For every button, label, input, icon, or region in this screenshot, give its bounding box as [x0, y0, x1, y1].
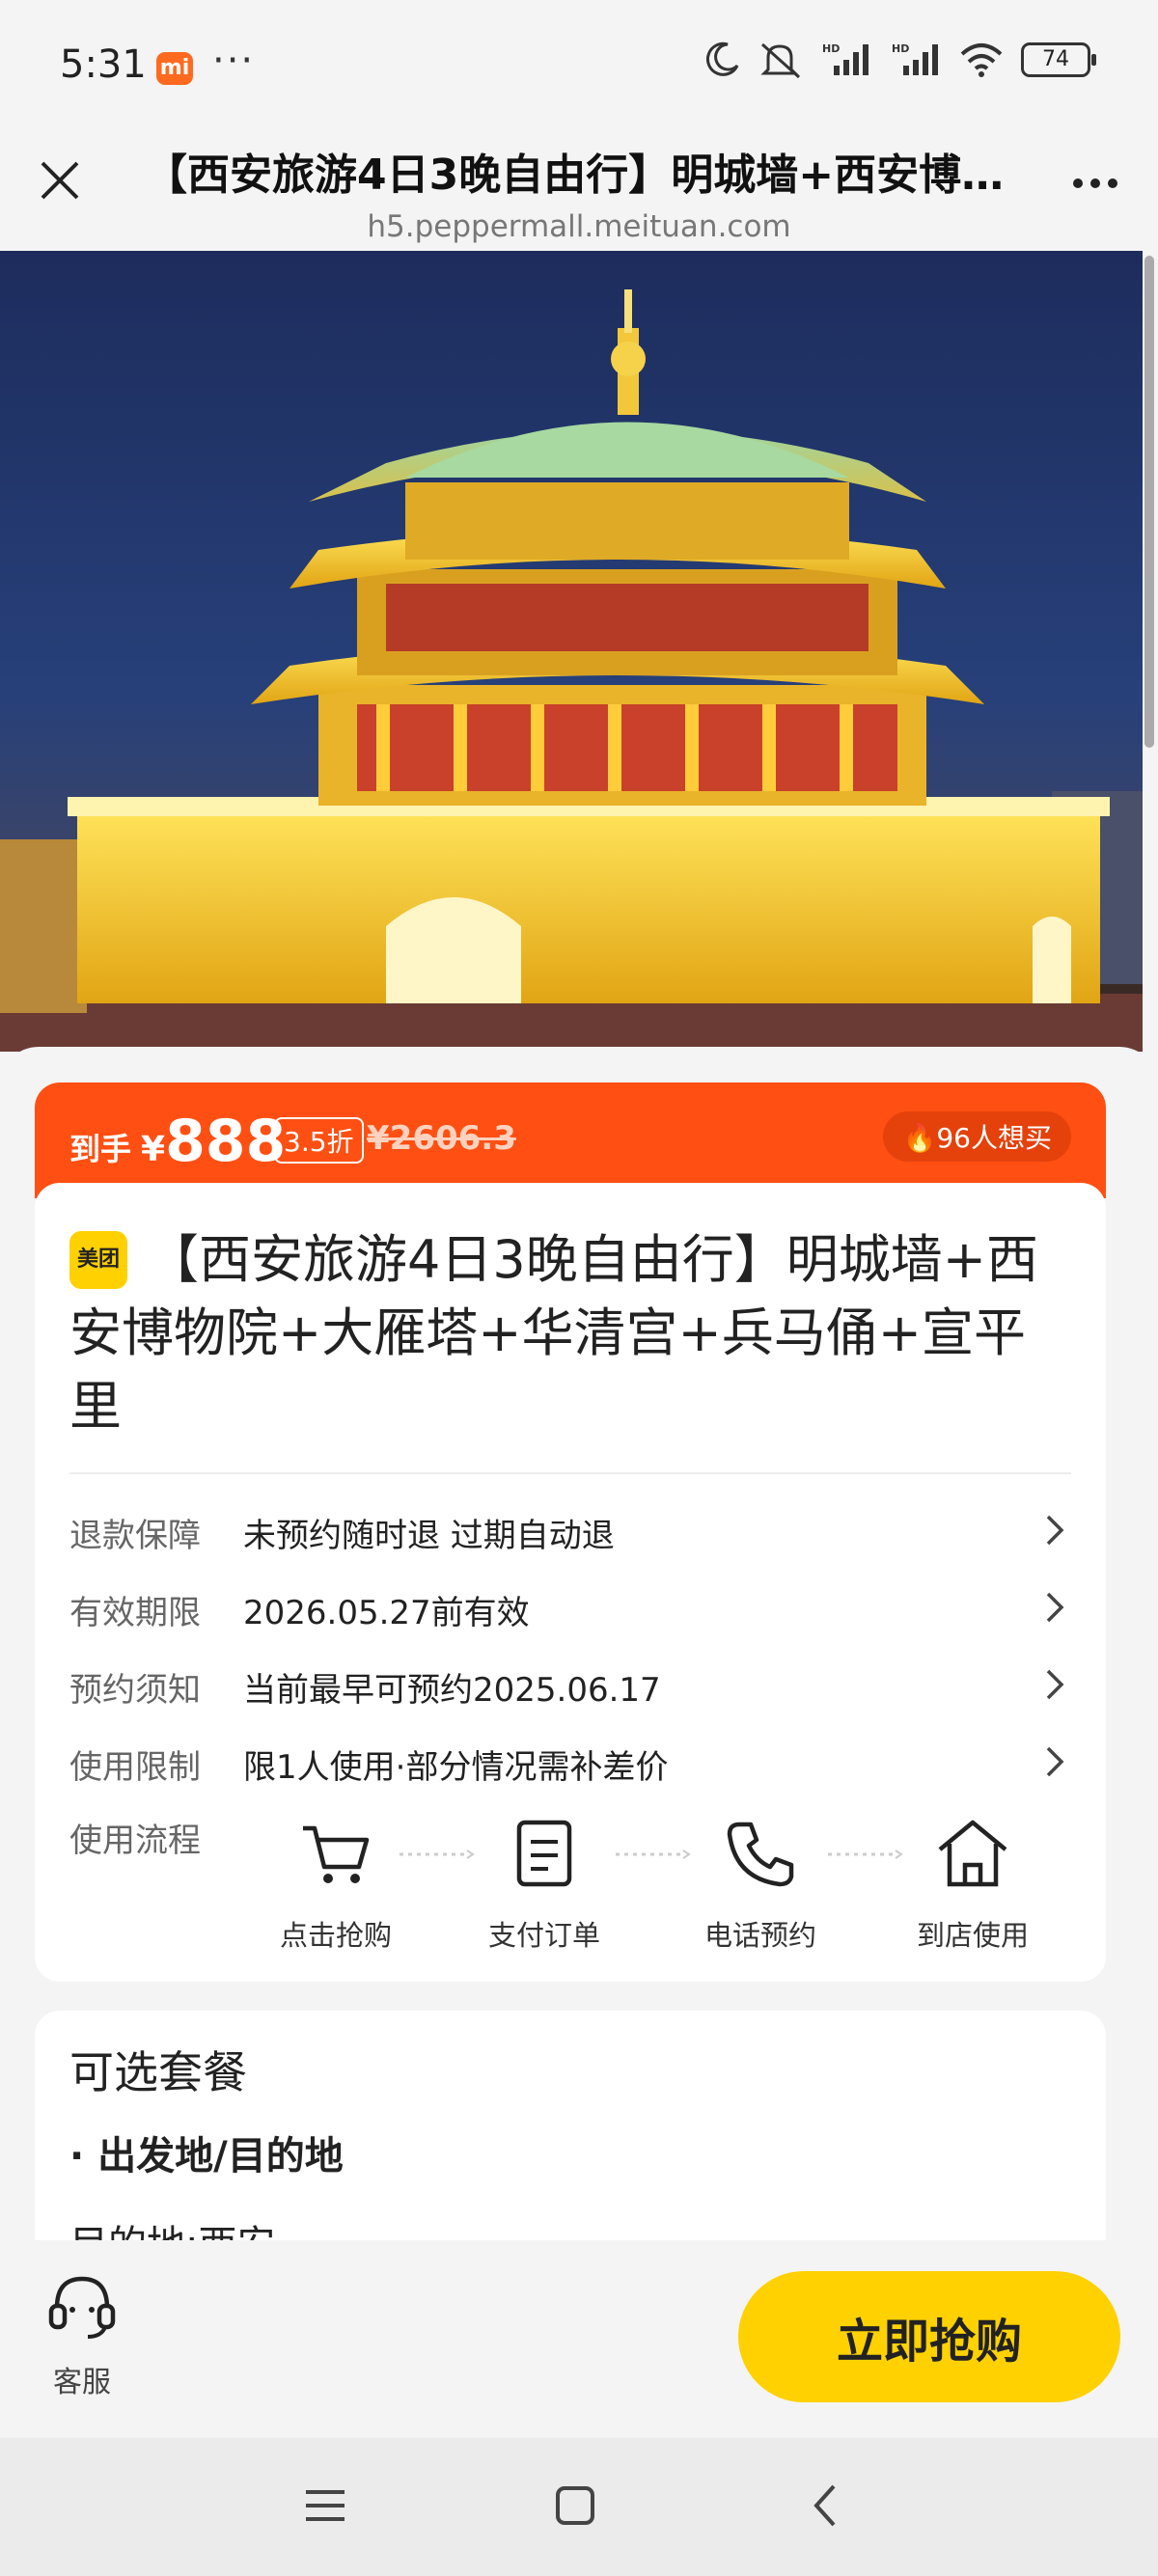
packages-option-heading: · 出发地/目的地: [69, 2134, 344, 2179]
flow-step-purchase: 点击抢购: [259, 1815, 413, 1954]
hero-image-xian-bell-tower[interactable]: [0, 251, 1143, 1052]
product-title: 【西安旅游4日3晚自由行】明城墙+西安博物院+大雁塔+华清宫+兵马俑+宣平里: [69, 1229, 1038, 1437]
home-square-icon[interactable]: [546, 2477, 604, 2535]
page-url: h5.peppermall.meituan.com: [367, 209, 791, 244]
want-count-badge: 🔥96人想买: [883, 1111, 1071, 1162]
flow-arrow: [400, 1850, 475, 1859]
status-icons: HD HD 74: [703, 41, 1096, 79]
battery-icon: 74: [1021, 42, 1096, 77]
divider: [69, 1472, 1071, 1474]
mi-app-icon: mi: [156, 52, 193, 85]
chevron-right-icon: [1046, 1669, 1064, 1700]
hd-signal-icon: HD: [822, 42, 868, 75]
original-price: ¥2606.3: [367, 1119, 516, 1158]
discount-tag: 3.5折: [274, 1117, 364, 1164]
flow-step-label: 点击抢购: [279, 1919, 392, 1952]
back-icon[interactable]: [797, 2477, 855, 2535]
cart-icon: [303, 1825, 370, 1883]
phone-icon: [727, 1822, 794, 1887]
chevron-right-icon: [1046, 1746, 1064, 1777]
detail-row-refund[interactable]: 退款保障 未预约随时退 过期自动退: [69, 1501, 1073, 1559]
flow-step-label: 电话预约: [703, 1919, 816, 1952]
chevron-right-icon: [1046, 1515, 1064, 1546]
flow-step-label: 支付订单: [487, 1919, 600, 1952]
detail-label: 退款保障: [69, 1517, 201, 1555]
system-navigation-bar: [0, 2438, 1158, 2576]
close-button[interactable]: [29, 150, 91, 211]
svg-text:HD: HD: [892, 42, 909, 55]
home-icon: [938, 1820, 1007, 1887]
price-label: 到手: [69, 1131, 132, 1167]
detail-label: 有效期限: [69, 1594, 201, 1632]
packages-title: 可选套餐: [69, 2046, 247, 2098]
bottom-action-bar: 客服 立即抢购: [0, 2240, 1158, 2438]
page-title: 【西安旅游4日3晚自由行】明城墙+西安博物院+大雁塔+华清宫+兵马俑+宣平里: [145, 151, 1013, 200]
flow-arrow: [828, 1850, 903, 1859]
chevron-right-icon: [1046, 1592, 1064, 1623]
detail-value: 当前最早可预约2025.06.17: [243, 1671, 661, 1710]
browser-header: 【西安旅游4日3晚自由行】明城墙+西安博物院+大雁塔+华清宫+兵马俑+宣平里 h…: [0, 140, 1158, 251]
detail-value: 未预约随时退 过期自动退: [243, 1517, 615, 1555]
detail-value: 2026.05.27前有效: [243, 1594, 530, 1632]
customer-service-label: 客服: [53, 2366, 111, 2399]
flow-step-call: 电话预约: [683, 1815, 838, 1954]
headset-icon: [48, 2276, 116, 2339]
svg-text:HD: HD: [822, 42, 840, 55]
scrollbar-thumb[interactable]: [1144, 256, 1154, 748]
bell-tower-illustration: [0, 289, 1143, 1052]
detail-row-usage-limit[interactable]: 使用限制 限1人使用·部分情况需补差价: [69, 1733, 1073, 1791]
wifi-icon: [960, 43, 1003, 77]
status-time: 5:31: [60, 42, 147, 87]
flow-step-visit: 到店使用: [896, 1815, 1050, 1954]
close-icon: [41, 161, 79, 200]
detail-label: 预约须知: [69, 1671, 201, 1710]
price-bar: 到手 ¥888 3.5折 ¥2606.3 🔥96人想买: [35, 1082, 1106, 1198]
more-notifications-icon: ···: [212, 39, 256, 83]
title-block: 【西安旅游4日3晚自由行】明城墙+西安博物院+大雁塔+华清宫+兵马俑+宣平里 h…: [145, 140, 1013, 244]
detail-value: 限1人使用·部分情况需补差价: [243, 1748, 669, 1787]
flow-arrow: [616, 1850, 691, 1859]
hd-signal-icon: HD: [892, 42, 938, 75]
buy-now-button[interactable]: 立即抢购: [738, 2271, 1120, 2402]
mute-icon: [760, 42, 801, 79]
moon-icon: [705, 41, 739, 76]
menu-icon[interactable]: [296, 2477, 354, 2535]
flow-label: 使用流程: [69, 1822, 201, 1860]
product-info-card: 美团 【西安旅游4日3晚自由行】明城墙+西安博物院+大雁塔+华清宫+兵马俑+宣平…: [35, 1183, 1106, 1982]
price-value: ¥888: [141, 1108, 287, 1175]
document-icon: [516, 1820, 572, 1887]
status-bar: 5:31 mi ··· HD HD 74: [0, 0, 1158, 140]
flow-step-label: 到店使用: [916, 1919, 1029, 1952]
fire-icon: 🔥: [902, 1122, 937, 1154]
customer-service-button[interactable]: 客服: [29, 2267, 135, 2400]
more-options-button[interactable]: [1062, 159, 1129, 207]
detail-label: 使用限制: [69, 1748, 201, 1787]
flow-step-pay: 支付订单: [467, 1815, 621, 1954]
detail-row-validity[interactable]: 有效期限 2026.05.27前有效: [69, 1578, 1073, 1636]
detail-row-booking[interactable]: 预约须知 当前最早可预约2025.06.17: [69, 1656, 1073, 1713]
